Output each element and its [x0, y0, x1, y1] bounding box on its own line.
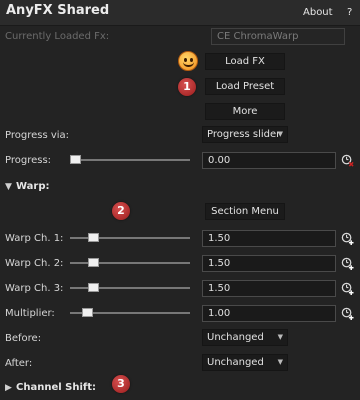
clock-add-icon[interactable]	[341, 282, 354, 295]
warp-ch2-value-field[interactable]: 1.50	[202, 255, 336, 272]
before-selected: Unchanged	[207, 332, 264, 343]
progress-value-field[interactable]: 0.00	[202, 152, 336, 169]
channel-shift-expand-icon[interactable]: ▶	[5, 383, 12, 393]
before-dropdown[interactable]: Unchanged ▼	[202, 329, 288, 346]
progress-via-label: Progress via:	[5, 130, 70, 141]
warp-ch3-label: Warp Ch. 3:	[5, 283, 64, 294]
warp-ch3-value-field[interactable]: 1.50	[202, 280, 336, 297]
warp-ch1-label: Warp Ch. 1:	[5, 233, 64, 244]
help-link[interactable]: ?	[347, 7, 352, 18]
smiley-icon	[178, 51, 198, 71]
progress-slider-track[interactable]	[70, 159, 190, 161]
chevron-down-icon: ▼	[277, 130, 283, 138]
warp-section-title[interactable]: Warp:	[16, 181, 50, 192]
multiplier-slider-thumb[interactable]	[82, 308, 93, 317]
more-button[interactable]: More	[205, 103, 285, 120]
warp-ch2-slider-thumb[interactable]	[88, 258, 99, 267]
warp-expand-icon[interactable]: ▼	[5, 182, 12, 192]
before-label: Before:	[5, 333, 42, 344]
chevron-down-icon: ▼	[277, 358, 283, 366]
callout-badge-1: 1	[178, 78, 196, 96]
warp-ch1-value-field[interactable]: 1.50	[202, 230, 336, 247]
loaded-fx-field: CE ChromaWarp	[211, 28, 345, 45]
progress-via-selected: Progress slider	[207, 129, 281, 140]
app-title: AnyFX Shared	[6, 3, 110, 18]
clock-add-icon[interactable]	[341, 257, 354, 270]
load-fx-button[interactable]: Load FX	[205, 53, 285, 70]
about-link[interactable]: About	[303, 7, 333, 18]
after-label: After:	[5, 358, 33, 369]
after-dropdown[interactable]: Unchanged ▼	[202, 354, 288, 371]
after-selected: Unchanged	[207, 357, 264, 368]
multiplier-value-field[interactable]: 1.00	[202, 305, 336, 322]
clock-add-icon[interactable]	[341, 232, 354, 245]
section-menu-button[interactable]: Section Menu	[205, 203, 285, 220]
progress-via-dropdown[interactable]: Progress slider ▼	[202, 126, 288, 143]
multiplier-label: Multiplier:	[5, 308, 55, 319]
callout-badge-2: 2	[112, 202, 130, 220]
chevron-down-icon: ▼	[277, 333, 283, 341]
progress-label: Progress:	[5, 155, 52, 166]
load-preset-button[interactable]: Load Preset	[205, 78, 285, 95]
channel-shift-section-title[interactable]: Channel Shift:	[16, 382, 96, 393]
warp-ch1-slider-thumb[interactable]	[88, 233, 99, 242]
clock-remove-icon[interactable]	[341, 154, 354, 167]
loaded-fx-label: Currently Loaded Fx:	[5, 31, 110, 42]
progress-slider-thumb[interactable]	[70, 155, 81, 164]
warp-ch3-slider-thumb[interactable]	[88, 283, 99, 292]
clock-add-icon[interactable]	[341, 307, 354, 320]
warp-ch2-label: Warp Ch. 2:	[5, 258, 64, 269]
callout-badge-3: 3	[112, 375, 130, 393]
